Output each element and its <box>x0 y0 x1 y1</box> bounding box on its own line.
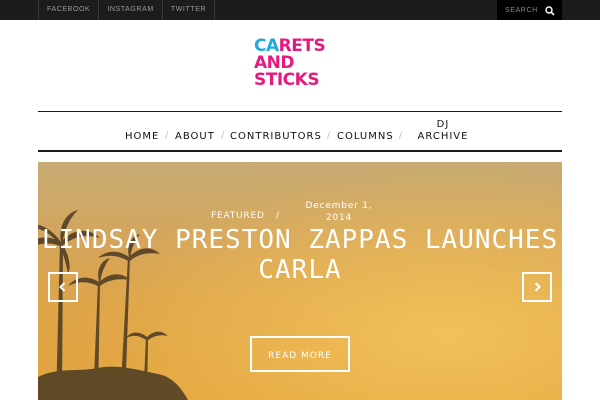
nav-item-home[interactable]: HOME <box>125 131 159 143</box>
slider-next-button[interactable] <box>522 272 552 302</box>
read-more-button[interactable]: READ MORE <box>250 336 350 372</box>
logo-line-3: STICKS <box>254 70 320 90</box>
nav-separator: / <box>399 131 403 141</box>
meta-separator: / <box>276 211 280 221</box>
instagram-link[interactable]: INSTAGRAM <box>99 0 163 20</box>
nav-separator: / <box>221 131 225 141</box>
nav-item-columns[interactable]: COLUMNS <box>337 131 394 143</box>
nav-separator: / <box>327 131 331 141</box>
search-input[interactable] <box>497 0 545 20</box>
slider-prev-button[interactable] <box>48 272 78 302</box>
post-date: December 1, 2014 <box>305 201 373 223</box>
nav-item-contributors[interactable]: CONTRIBUTORS <box>230 131 322 143</box>
twitter-link[interactable]: TWITTER <box>163 0 216 20</box>
facebook-link[interactable]: FACEBOOK <box>39 0 100 20</box>
main-nav: HOME / ABOUT / CONTRIBUTORS / COLUMNS / … <box>38 112 562 150</box>
top-bar: FACEBOOK INSTAGRAM TWITTER <box>0 0 600 20</box>
nav-item-dj-archive[interactable]: DJ ARCHIVE <box>414 119 472 143</box>
nav-item-about[interactable]: ABOUT <box>175 131 215 143</box>
chevron-left-icon <box>59 282 66 292</box>
site-logo[interactable]: CARETS AND STICKS <box>254 38 334 94</box>
post-category[interactable]: FEATURED <box>211 211 265 221</box>
chevron-right-icon <box>534 282 541 292</box>
nav-bottom-rule <box>38 150 562 152</box>
nav-separator: / <box>165 131 169 141</box>
search-box <box>497 0 562 20</box>
social-links: FACEBOOK INSTAGRAM TWITTER <box>38 0 216 20</box>
search-icon[interactable] <box>545 4 555 16</box>
featured-slider: FEATURED / December 1, 2014 LINDSAY PRES… <box>38 162 562 400</box>
post-title[interactable]: LINDSAY PRESTON ZAPPAS LAUNCHES CARLA <box>38 225 562 285</box>
